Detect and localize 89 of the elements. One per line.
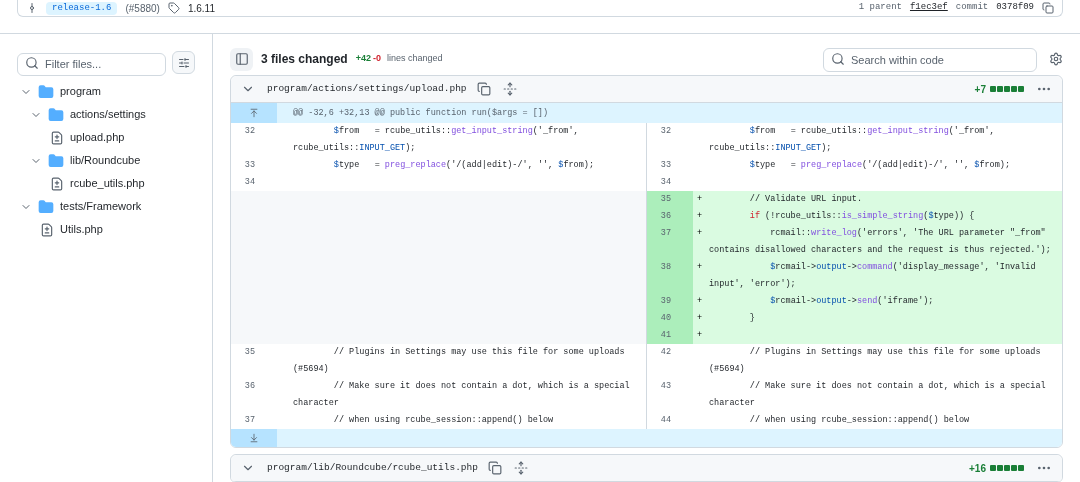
code-line: // Make sure it does not contain a dot, which is a special character	[709, 380, 1047, 410]
lines-changed-label: lines changed	[387, 52, 443, 66]
code-line: // when using rcube_session::append() below	[332, 414, 555, 427]
folder-icon	[38, 83, 54, 100]
diff-marker: +	[697, 211, 703, 221]
arrow-up-icon	[249, 108, 259, 118]
folder-name[interactable]: actions/settings	[70, 106, 146, 123]
expand-icon[interactable]	[513, 461, 528, 475]
additions-total: +42	[355, 52, 371, 66]
line-number: 32	[244, 126, 255, 136]
line-number: 41	[660, 330, 671, 340]
code-line: $from = rcube_utils::get_input_string('_from', rcube_utils::INPUT_GET);	[293, 125, 580, 155]
copy-icon[interactable]	[487, 461, 502, 475]
diff-marker: +	[697, 296, 703, 306]
line-number: 42	[660, 347, 671, 357]
line-number: 36	[660, 211, 671, 221]
deletions-total: -0	[373, 52, 381, 66]
settings-icon[interactable]	[1049, 52, 1063, 66]
panel-icon	[234, 52, 249, 66]
code-line: // Plugins in Settings may use this file for some uploads (#5694)	[293, 346, 626, 376]
line-number: 37	[660, 228, 671, 238]
expand-icon[interactable]	[502, 82, 517, 96]
copy-icon[interactable]	[1042, 2, 1054, 14]
code-line: $type = preg_replace('/(add|edit)-/', '', $from);	[748, 159, 1011, 172]
diff-marker: +	[697, 330, 703, 340]
arrow-down-icon	[249, 433, 259, 443]
file-diff-icon	[40, 222, 54, 237]
filter-field[interactable]: Filter files...	[17, 52, 166, 76]
copy-icon[interactable]	[476, 82, 491, 96]
line-number: 33	[244, 160, 255, 170]
line-number: 40	[660, 313, 671, 323]
file-path[interactable]: program/actions/settings/upload.php	[267, 81, 467, 97]
folder-icon	[48, 106, 64, 123]
tag-icon	[167, 2, 180, 14]
diff-marker: +	[697, 228, 703, 238]
line-number: 34	[244, 177, 255, 187]
code-line: // Plugins in Settings may use this file for some uploads (#5694)	[709, 346, 1042, 376]
line-number: 34	[660, 177, 671, 187]
code-line: // Make sure it does not contain a dot, which is a special character	[293, 380, 631, 410]
file-name[interactable]: upload.php	[70, 129, 125, 146]
commit-sha: 0378f09	[996, 1, 1034, 15]
folder-name[interactable]: program	[60, 83, 101, 100]
tag-name[interactable]: 1.6.11	[187, 0, 215, 16]
folder-icon	[48, 152, 64, 169]
code-search-field[interactable]: Search within code	[823, 48, 1037, 72]
code-line: $from = rcube_utils::get_input_string('_from', rcube_utils::INPUT_GET);	[709, 125, 996, 155]
folder-name[interactable]: tests/Framework	[60, 198, 142, 215]
line-number: 35	[660, 194, 671, 204]
file-name[interactable]: rcube_utils.php	[70, 175, 145, 192]
file-diff-icon	[50, 176, 64, 191]
additions-count: +7	[974, 82, 986, 97]
diff-marker: +	[697, 262, 703, 272]
line-number: 44	[660, 415, 671, 425]
line-number: 35	[244, 347, 255, 357]
file-name[interactable]: Utils.php	[60, 221, 103, 238]
line-number: 36	[244, 381, 255, 391]
commit-label: commit	[955, 1, 989, 15]
search-icon	[25, 56, 39, 70]
sliders-icon	[177, 56, 190, 69]
file-path[interactable]: program/lib/Roundcube/rcube_utils.php	[267, 460, 478, 476]
line-number: 37	[244, 415, 255, 425]
files-changed-title: 3 files changed	[261, 51, 348, 68]
code-line: rcmail::write_log('errors', 'The URL parameter "_from" contains disallowed characters and the request is thus rejected.');	[709, 227, 1052, 257]
toggle-sidebar-button[interactable]	[230, 47, 253, 71]
branch-label[interactable]: release-1.6	[46, 1, 118, 15]
diff-marker: +	[697, 313, 703, 323]
additions-count: +16	[969, 461, 986, 476]
line-number: 39	[660, 296, 671, 306]
pr-number[interactable]: (#5880)	[125, 0, 160, 16]
folder-name[interactable]: lib/Roundcube	[70, 152, 141, 169]
code-line: // when using rcube_session::append() below	[748, 414, 971, 427]
folder-icon	[38, 198, 54, 215]
parent-label: 1 parent	[858, 1, 902, 15]
code-line: $rcmail->output->command('display_message', 'Invalid input', 'error');	[709, 261, 1037, 291]
code-line: // Validate URL input.	[748, 193, 864, 206]
code-line: }	[748, 312, 756, 325]
hunk-header: @@ -32,6 +32,13 @@ public function run($args = [])	[292, 107, 549, 120]
file-diff-icon	[50, 130, 64, 145]
line-number: 38	[660, 262, 671, 272]
line-number: 32	[660, 126, 671, 136]
diff-marker: +	[697, 194, 703, 204]
filter-options-button[interactable]	[172, 51, 195, 74]
code-line: $type = preg_replace('/(add|edit)-/', '', $from);	[332, 159, 595, 172]
code-line: if (!rcube_utils::is_simple_string($type)) {	[748, 210, 976, 223]
code-line: $rcmail->output->send('iframe');	[769, 295, 935, 308]
parent-link[interactable]: f1ec3ef	[909, 1, 948, 15]
line-number: 33	[660, 160, 671, 170]
line-number: 43	[660, 381, 671, 391]
search-icon	[831, 52, 845, 66]
